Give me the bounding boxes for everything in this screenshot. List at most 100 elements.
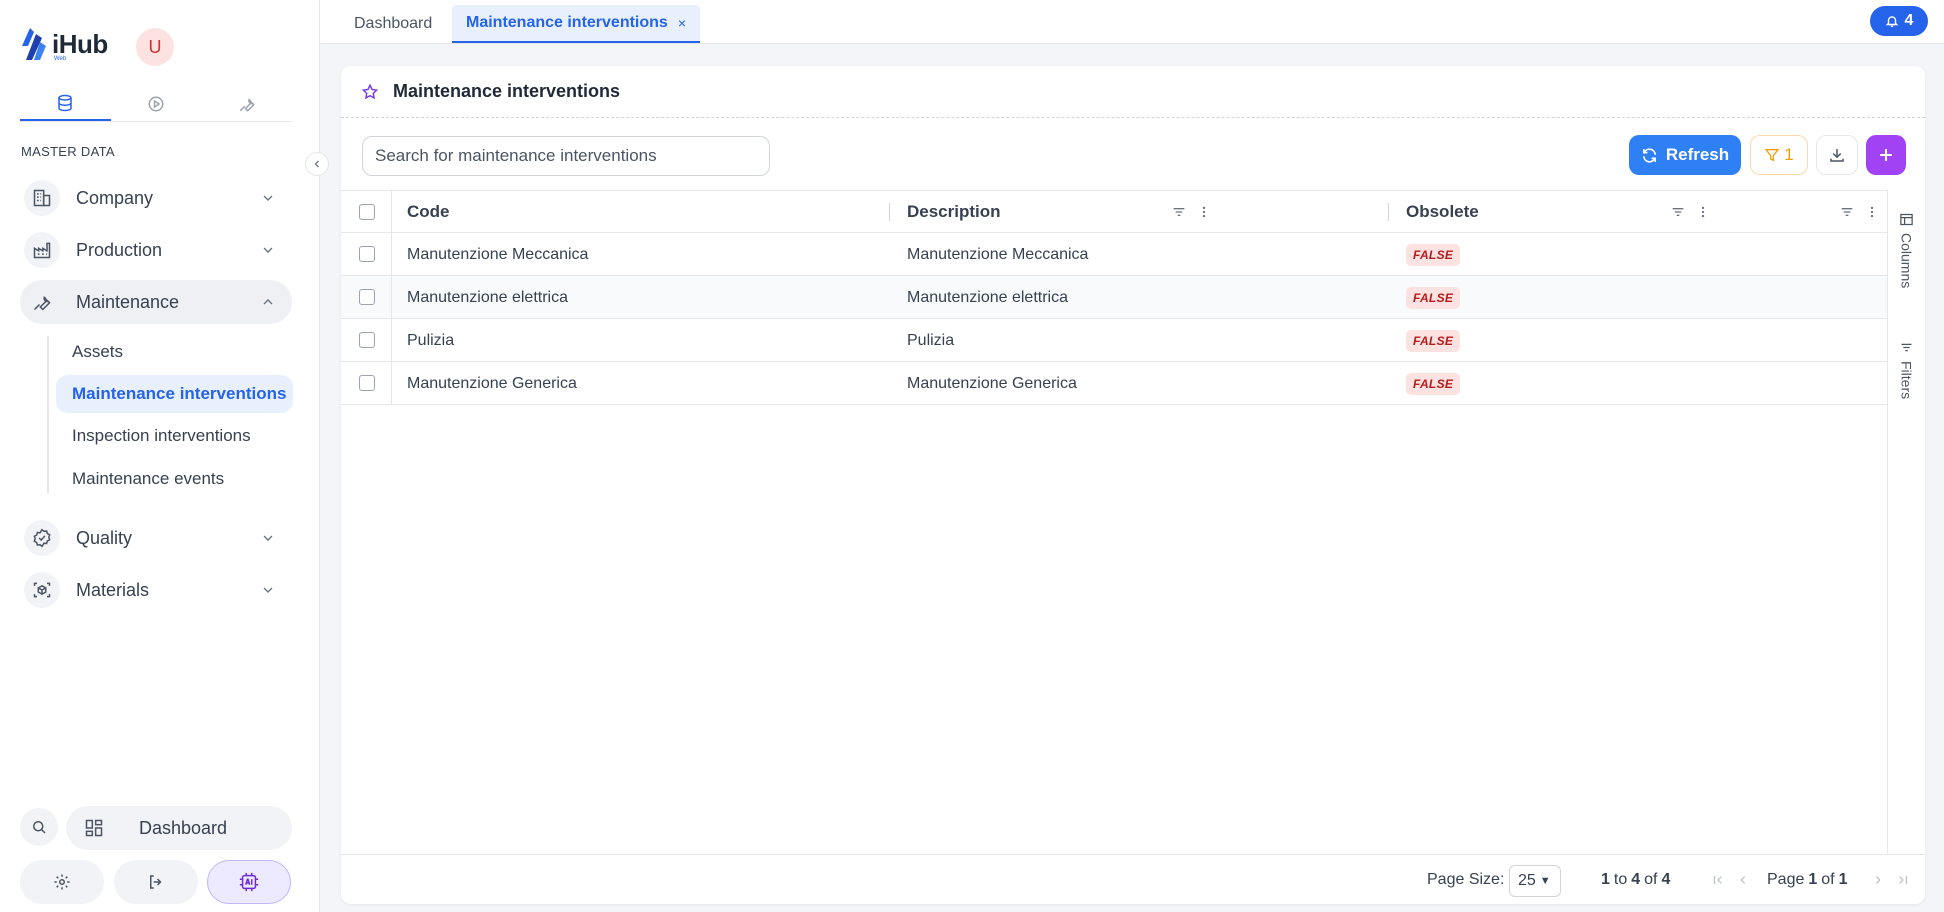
column-divider [391, 362, 392, 404]
chevron-down-icon [258, 580, 278, 600]
column-header-code[interactable]: Code [407, 191, 450, 233]
filter-button[interactable]: 1 [1750, 135, 1808, 175]
page-size-select[interactable]: 25 ▼ [1509, 865, 1561, 897]
database-icon [58, 94, 73, 111]
nav-group-label: Quality [76, 527, 133, 548]
chevron-down-icon [258, 188, 278, 208]
ihub-logo-icon [22, 28, 46, 60]
filters-label: Filters [1898, 361, 1915, 400]
column-divider[interactable] [1388, 203, 1389, 221]
ai-assistant-button[interactable] [207, 860, 291, 904]
last-page-icon [1899, 875, 1908, 885]
filters-panel-button[interactable]: Filters [1888, 340, 1925, 399]
next-page-button[interactable] [1871, 855, 1885, 905]
sidebar-item-maintenance-events[interactable]: Maintenance events [56, 460, 293, 498]
building-icon [24, 180, 60, 216]
filter-lines-icon[interactable] [1839, 204, 1855, 220]
cell-code: Manutenzione Meccanica [407, 245, 589, 263]
cell-description: Manutenzione Generica [907, 374, 1077, 392]
sidebar-item-inspection-interventions[interactable]: Inspection interventions [56, 417, 293, 455]
previous-page-button[interactable] [1736, 855, 1750, 905]
range-of-word: of [1644, 871, 1658, 888]
filter-lines-icon[interactable] [1171, 204, 1187, 220]
row-checkbox[interactable] [359, 246, 375, 262]
page-word: Page [1767, 871, 1805, 888]
row-range: 1 to 4 of 4 [1597, 855, 1674, 905]
nav-group-company[interactable]: Company [20, 176, 292, 220]
content-card: Maintenance interventions Refresh 1 Code… [341, 66, 1925, 904]
select-all-checkbox[interactable] [359, 204, 375, 220]
collapse-sidebar-button[interactable] [305, 152, 329, 176]
cell-description: Manutenzione Meccanica [907, 245, 1089, 263]
filter-lines-icon[interactable] [1670, 204, 1686, 220]
refresh-button[interactable]: Refresh [1629, 135, 1741, 175]
more-vertical-icon[interactable] [1865, 204, 1879, 220]
tab-dashboard[interactable]: Dashboard [340, 5, 446, 43]
page-info: Page 1 of 1 [1767, 855, 1852, 905]
row-checkbox[interactable] [359, 332, 375, 348]
row-checkbox[interactable] [359, 375, 375, 391]
table-row[interactable]: Pulizia Pulizia FALSE [341, 319, 1887, 362]
settings-button[interactable] [20, 860, 104, 904]
filter-icon [1764, 149, 1780, 162]
column-divider[interactable] [889, 203, 890, 221]
column-divider [391, 233, 392, 275]
nav-group-label: Maintenance [76, 291, 180, 312]
wrench-icon [239, 98, 255, 112]
chevron-down-icon [258, 528, 278, 548]
close-icon[interactable]: × [678, 15, 686, 31]
sidebar-tab-tools[interactable] [201, 86, 292, 121]
cell-code: Manutenzione elettrica [407, 288, 568, 306]
sidebar-item-assets[interactable]: Assets [56, 333, 293, 371]
tab-label: Maintenance interventions [466, 14, 668, 31]
nav-group-label: Company [76, 187, 154, 208]
column-header-description[interactable]: Description [907, 191, 1001, 233]
nav-group-quality[interactable]: Quality [20, 516, 292, 560]
bell-icon [1885, 16, 1898, 27]
columns-icon [1900, 213, 1913, 226]
column-actions [1829, 191, 1879, 233]
logout-icon [150, 875, 162, 889]
sidebar: iHub Web U MASTER DATA Company Productio… [0, 0, 320, 912]
global-search-button[interactable] [20, 808, 58, 846]
logout-button[interactable] [114, 860, 198, 904]
more-vertical-icon[interactable] [1696, 204, 1710, 220]
range-to-word: to [1613, 871, 1628, 888]
column-divider [391, 191, 392, 232]
sidebar-item-maintenance-interventions[interactable]: Maintenance interventions [56, 375, 293, 413]
tab-maintenance-interventions[interactable]: Maintenance interventions × [452, 5, 701, 43]
gear-icon [54, 874, 70, 890]
avatar[interactable]: U [136, 28, 174, 66]
table-row[interactable]: Manutenzione elettrica Manutenzione elet… [341, 276, 1887, 319]
notifications-button[interactable]: 4 [1870, 6, 1928, 36]
cube-scan-icon [24, 572, 60, 608]
sidebar-tab-play[interactable] [111, 86, 202, 121]
sidebar-tabs [20, 86, 292, 122]
columns-panel-button[interactable]: Columns [1888, 212, 1925, 288]
column-header-obsolete[interactable]: Obsolete [1406, 191, 1479, 233]
last-page-button[interactable] [1896, 855, 1910, 905]
sidebar-tab-database[interactable] [20, 86, 111, 121]
page-current: 1 [1808, 871, 1818, 888]
page-total: 1 [1838, 871, 1848, 888]
table-row[interactable]: Manutenzione Generica Manutenzione Gener… [341, 362, 1887, 405]
first-page-button[interactable] [1711, 855, 1725, 905]
cell-code: Pulizia [407, 331, 455, 349]
nav-group-materials[interactable]: Materials [20, 568, 292, 612]
nav-group-maintenance[interactable]: Maintenance [20, 280, 292, 324]
download-button[interactable] [1816, 135, 1858, 175]
page-title: Maintenance interventions [393, 81, 621, 101]
column-divider [391, 276, 392, 318]
search-icon [33, 821, 46, 834]
search-input[interactable] [362, 136, 770, 176]
more-vertical-icon[interactable] [1197, 204, 1211, 220]
star-favorite-icon[interactable] [361, 83, 379, 101]
dashboard-button[interactable]: Dashboard [66, 806, 292, 850]
add-button[interactable] [1866, 135, 1906, 175]
range-to: 4 [1631, 871, 1641, 888]
nav-group-production[interactable]: Production [20, 228, 292, 272]
row-checkbox[interactable] [359, 289, 375, 305]
card-header: Maintenance interventions [341, 66, 1925, 118]
range-from: 1 [1601, 871, 1610, 888]
table-row[interactable]: Manutenzione Meccanica Manutenzione Mecc… [341, 233, 1887, 276]
